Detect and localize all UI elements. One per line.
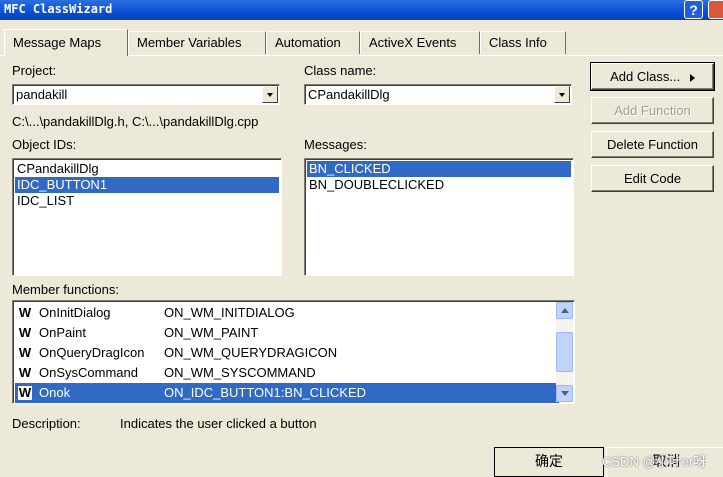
tab-activex-events[interactable]: ActiveX Events — [360, 31, 480, 54]
function-handler: ON_WM_SYSCOMMAND — [164, 365, 316, 380]
function-name: OnInitDialog — [39, 305, 111, 320]
chevron-up-icon — [561, 308, 569, 313]
windows-message-icon: W — [18, 305, 32, 320]
help-button[interactable]: ? — [684, 0, 703, 19]
project-label: Project: — [12, 63, 57, 78]
chevron-down-icon — [561, 391, 569, 396]
tab-class-info[interactable]: Class Info — [480, 31, 566, 54]
list-item[interactable]: IDC_BUTTON1 — [15, 177, 279, 193]
chevron-down-icon[interactable] — [262, 86, 278, 103]
dropdown-arrow-icon — [689, 73, 695, 82]
close-button[interactable] — [708, 0, 723, 19]
file-paths: C:\...\pandakillDlg.h, C:\...\pandakillD… — [12, 114, 259, 129]
windows-message-icon: W — [18, 365, 32, 380]
description-text: Indicates the user clicked a button — [120, 416, 317, 431]
edit-code-button[interactable]: Edit Code — [591, 165, 714, 192]
object-ids-label: Object IDs: — [12, 137, 77, 152]
tab-member-variables[interactable]: Member Variables — [128, 31, 266, 54]
add-function-button[interactable]: Add Function — [591, 97, 714, 124]
chevron-down-icon[interactable] — [554, 86, 570, 103]
scroll-thumb[interactable] — [556, 332, 573, 372]
class-name-combo[interactable]: CPandakillDlg — [304, 84, 572, 105]
windows-message-icon: W — [18, 345, 32, 360]
add-class-button[interactable]: Add Class... — [590, 62, 715, 91]
function-handler: ON_IDC_BUTTON1:BN_CLICKED — [164, 385, 367, 400]
member-functions-scrollbar[interactable] — [556, 302, 573, 402]
windows-message-icon: W — [18, 325, 32, 340]
windows-message-icon: W — [18, 385, 32, 400]
table-row[interactable]: W OnSysCommand ON_WM_SYSCOMMAND — [15, 363, 559, 383]
function-handler: ON_WM_QUERYDRAGICON — [164, 345, 338, 360]
object-ids-list[interactable]: CPandakillDlg IDC_BUTTON1 IDC_LIST — [12, 158, 282, 276]
messages-label: Messages: — [304, 137, 367, 152]
project-combo[interactable]: pandakill — [12, 84, 280, 105]
tab-automation[interactable]: Automation — [266, 31, 360, 54]
table-row[interactable]: W OnPaint ON_WM_PAINT — [15, 323, 559, 343]
function-handler: ON_WM_INITDIALOG — [164, 305, 295, 320]
list-item[interactable]: BN_CLICKED — [307, 161, 571, 177]
delete-function-button[interactable]: Delete Function — [591, 131, 714, 158]
function-name: OnQueryDragIcon — [39, 345, 145, 360]
scroll-down-button[interactable] — [556, 385, 573, 402]
project-value: pandakill — [16, 87, 68, 102]
member-functions-label: Member functions: — [12, 282, 119, 297]
list-item[interactable]: BN_DOUBLECLICKED — [307, 177, 571, 193]
ok-button[interactable]: 确定 — [494, 447, 604, 477]
list-item[interactable]: IDC_LIST — [15, 193, 279, 209]
scroll-up-button[interactable] — [556, 302, 573, 319]
add-class-label: Add Class... — [610, 69, 681, 84]
window-title: MFC ClassWizard — [4, 2, 113, 16]
messages-list[interactable]: BN_CLICKED BN_DOUBLECLICKED — [304, 158, 574, 276]
description-label: Description: — [12, 416, 81, 431]
watermark: CSDN @小叶er呀 — [602, 454, 707, 469]
function-name: OnPaint — [39, 325, 86, 340]
class-name-label: Class name: — [304, 63, 377, 78]
table-row[interactable]: W OnInitDialog ON_WM_INITDIALOG — [15, 303, 559, 323]
table-row[interactable]: W Onok ON_IDC_BUTTON1:BN_CLICKED — [15, 383, 559, 403]
list-item[interactable]: CPandakillDlg — [15, 161, 279, 177]
function-name: Onok — [39, 385, 71, 400]
class-name-value: CPandakillDlg — [308, 87, 390, 102]
function-handler: ON_WM_PAINT — [164, 325, 259, 340]
function-name: OnSysCommand — [39, 365, 138, 380]
member-functions-list[interactable]: W OnInitDialog ON_WM_INITDIALOG W OnPain… — [12, 300, 575, 404]
tab-message-maps[interactable]: Message Maps — [4, 29, 128, 56]
table-row[interactable]: W OnQueryDragIcon ON_WM_QUERYDRAGICON — [15, 343, 559, 363]
